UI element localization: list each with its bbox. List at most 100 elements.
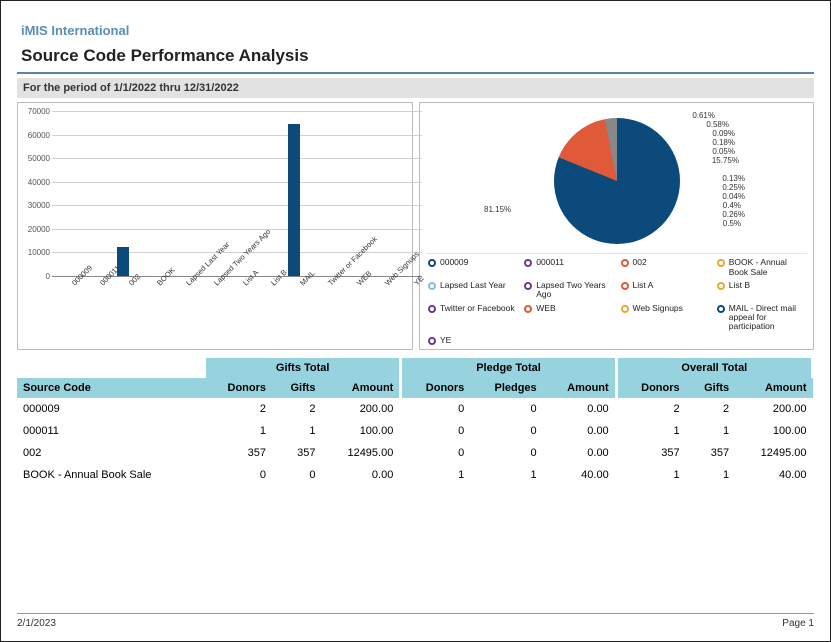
- x-axis-tick: MAIL: [298, 269, 317, 288]
- gridline: [52, 158, 422, 159]
- pie-callout: 0.61%: [692, 111, 715, 120]
- table-row: 00001111100.00000.0011100.00: [17, 420, 813, 442]
- table-cell: 12495.00: [735, 442, 812, 464]
- pie-callout: 0.5%: [723, 219, 741, 228]
- y-axis-tick: 60000: [24, 131, 50, 140]
- gridline: [52, 111, 422, 112]
- pie-legend: 000009 000011 002 BOOK - Annual Book Sal…: [426, 253, 807, 347]
- page-title: Source Code Performance Analysis: [21, 46, 814, 66]
- y-axis-tick: 10000: [24, 248, 50, 257]
- x-axis-tick: List A: [241, 268, 260, 287]
- table-cell: 2: [205, 398, 272, 420]
- legend-label: Twitter or Facebook: [440, 304, 515, 313]
- col-source: Source Code: [17, 378, 205, 398]
- bar: [288, 124, 300, 276]
- table-cell: 357: [686, 442, 736, 464]
- table-cell: 200.00: [735, 398, 812, 420]
- legend-label: Web Signups: [633, 304, 683, 313]
- y-axis-tick: 0: [24, 272, 50, 281]
- table-cell: 0.00: [543, 442, 617, 464]
- bar-chart: 0100002000030000400005000060000700000000…: [17, 102, 413, 350]
- table-cell: 1: [470, 464, 542, 486]
- table-row: BOOK - Annual Book Sale000.001140.001140…: [17, 464, 813, 486]
- table-cell: 0: [401, 398, 470, 420]
- col-p-amount: Amount: [543, 378, 617, 398]
- table-cell: 0: [470, 442, 542, 464]
- group-header-overall: Overall Total: [616, 358, 812, 378]
- legend-label: List B: [729, 281, 750, 290]
- col-p-donors: Donors: [401, 378, 470, 398]
- pie-chart: 81.15% 0.61% 0.58% 0.09% 0.18% 0.05% 15.…: [419, 102, 814, 350]
- legend-swatch: [717, 305, 725, 313]
- x-axis-tick: Twitter or Facebook: [326, 234, 379, 287]
- y-axis-tick: 30000: [24, 201, 50, 210]
- table-cell: 100.00: [735, 420, 812, 442]
- pie-callout: 0.58%: [706, 120, 729, 129]
- legend-swatch: [621, 305, 629, 313]
- table-cell: 000011: [17, 420, 205, 442]
- pie-callout: 0.25%: [722, 183, 745, 192]
- y-axis-tick: 50000: [24, 154, 50, 163]
- legend-swatch: [717, 259, 725, 267]
- legend-swatch: [428, 305, 436, 313]
- legend-label: 000011: [536, 258, 564, 267]
- legend-swatch: [428, 337, 436, 345]
- legend-swatch: [428, 282, 436, 290]
- gridline: [52, 205, 422, 206]
- table-cell: 0: [205, 464, 272, 486]
- pie-main-label: 81.15%: [484, 205, 511, 214]
- table-cell: 2: [272, 398, 322, 420]
- legend-label: Lapsed Last Year: [440, 281, 506, 290]
- legend-swatch: [621, 259, 629, 267]
- pie-graphic: [554, 118, 680, 244]
- table-cell: 1: [401, 464, 470, 486]
- org-name: iMIS International: [21, 23, 814, 38]
- pie-callout: 15.75%: [712, 156, 739, 165]
- table-cell: 1: [686, 420, 736, 442]
- legend-label: YE: [440, 336, 451, 345]
- table-cell: 357: [272, 442, 322, 464]
- legend-label: 000009: [440, 258, 468, 267]
- col-o-amount: Amount: [735, 378, 812, 398]
- table-cell: 1: [205, 420, 272, 442]
- title-divider: [17, 72, 814, 74]
- legend-label: BOOK - Annual Book Sale: [729, 258, 805, 277]
- x-axis-tick: 002: [127, 272, 142, 287]
- data-table: Gifts Total Pledge Total Overall Total S…: [17, 358, 814, 486]
- legend-swatch: [428, 259, 436, 267]
- y-axis-tick: 20000: [24, 225, 50, 234]
- table-cell: 0.00: [543, 420, 617, 442]
- x-axis-tick: List B: [269, 268, 289, 288]
- table-cell: 1: [616, 464, 685, 486]
- table-cell: 2: [616, 398, 685, 420]
- group-header-gifts: Gifts Total: [205, 358, 401, 378]
- table-cell: 002: [17, 442, 205, 464]
- table-cell: 40.00: [543, 464, 617, 486]
- pie-callout: 0.13%: [722, 174, 745, 183]
- table-cell: 0: [401, 442, 470, 464]
- col-g-gifts: Gifts: [272, 378, 322, 398]
- table-column-header: Source Code Donors Gifts Amount Donors P…: [17, 378, 813, 398]
- table-row: 00000922200.00000.0022200.00: [17, 398, 813, 420]
- table-cell: 000009: [17, 398, 205, 420]
- y-axis-tick: 70000: [24, 107, 50, 116]
- col-o-donors: Donors: [616, 378, 685, 398]
- footer-date: 2/1/2023: [17, 618, 56, 629]
- table-group-header: Gifts Total Pledge Total Overall Total: [17, 358, 813, 378]
- group-header-pledge: Pledge Total: [401, 358, 616, 378]
- legend-label: Lapsed Two Years Ago: [536, 281, 612, 300]
- table-cell: 1: [686, 464, 736, 486]
- table-cell: 357: [205, 442, 272, 464]
- gridline: [52, 135, 422, 136]
- table-cell: 0.00: [543, 398, 617, 420]
- gridline: [52, 229, 422, 230]
- pie-callout: 0.09%: [712, 129, 735, 138]
- x-axis-tick: WEB: [355, 269, 373, 287]
- table-cell: 12495.00: [322, 442, 401, 464]
- footer-page: Page 1: [782, 618, 814, 629]
- col-g-donors: Donors: [205, 378, 272, 398]
- legend-swatch: [621, 282, 629, 290]
- table-cell: 2: [686, 398, 736, 420]
- period-bar: For the period of 1/1/2022 thru 12/31/20…: [17, 78, 814, 98]
- table-cell: 0.00: [322, 464, 401, 486]
